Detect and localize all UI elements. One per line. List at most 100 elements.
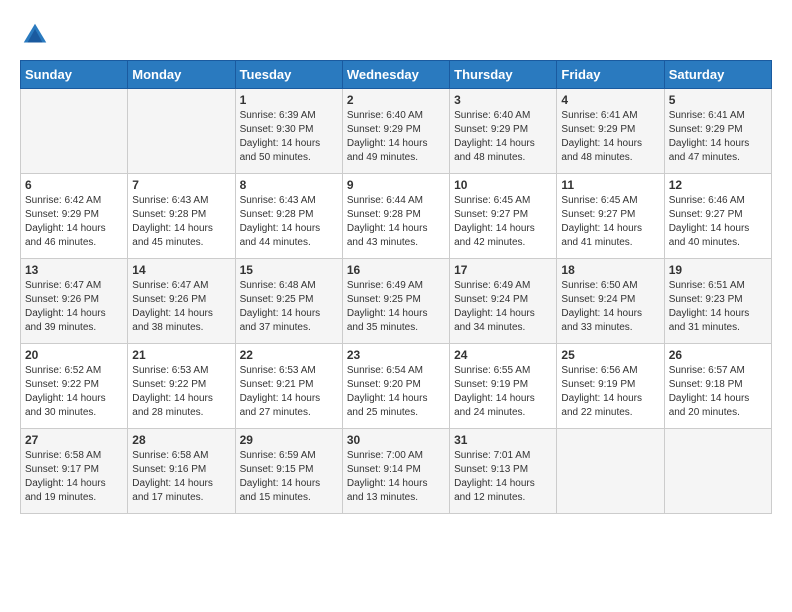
sunrise-text: Sunrise: 6:58 AM [132, 450, 208, 461]
calendar-cell: 13 Sunrise: 6:47 AM Sunset: 9:26 PM Dayl… [21, 259, 128, 344]
daylight-text: Daylight: 14 hours and 45 minutes. [132, 223, 213, 248]
calendar-cell: 10 Sunrise: 6:45 AM Sunset: 9:27 PM Dayl… [450, 174, 557, 259]
sunset-text: Sunset: 9:26 PM [25, 294, 99, 305]
daylight-text: Daylight: 14 hours and 42 minutes. [454, 223, 535, 248]
day-info: Sunrise: 6:49 AM Sunset: 9:25 PM Dayligh… [347, 279, 445, 335]
sunset-text: Sunset: 9:21 PM [240, 379, 314, 390]
day-info: Sunrise: 6:53 AM Sunset: 9:21 PM Dayligh… [240, 364, 338, 420]
day-number: 10 [454, 178, 552, 192]
sunrise-text: Sunrise: 7:01 AM [454, 450, 530, 461]
day-number: 15 [240, 263, 338, 277]
daylight-text: Daylight: 14 hours and 41 minutes. [561, 223, 642, 248]
sunrise-text: Sunrise: 6:41 AM [561, 110, 637, 121]
weekday-header: Thursday [450, 61, 557, 89]
daylight-text: Daylight: 14 hours and 22 minutes. [561, 393, 642, 418]
calendar-week-row: 27 Sunrise: 6:58 AM Sunset: 9:17 PM Dayl… [21, 429, 772, 514]
calendar-header-row: SundayMondayTuesdayWednesdayThursdayFrid… [21, 61, 772, 89]
day-info: Sunrise: 7:01 AM Sunset: 9:13 PM Dayligh… [454, 449, 552, 505]
day-number: 1 [240, 93, 338, 107]
day-number: 5 [669, 93, 767, 107]
day-number: 23 [347, 348, 445, 362]
daylight-text: Daylight: 14 hours and 13 minutes. [347, 478, 428, 503]
sunset-text: Sunset: 9:13 PM [454, 464, 528, 475]
day-info: Sunrise: 6:40 AM Sunset: 9:29 PM Dayligh… [347, 109, 445, 165]
sunset-text: Sunset: 9:25 PM [240, 294, 314, 305]
sunset-text: Sunset: 9:22 PM [25, 379, 99, 390]
day-number: 16 [347, 263, 445, 277]
calendar-cell: 18 Sunrise: 6:50 AM Sunset: 9:24 PM Dayl… [557, 259, 664, 344]
day-info: Sunrise: 6:41 AM Sunset: 9:29 PM Dayligh… [561, 109, 659, 165]
sunset-text: Sunset: 9:25 PM [347, 294, 421, 305]
daylight-text: Daylight: 14 hours and 48 minutes. [454, 138, 535, 163]
day-number: 6 [25, 178, 123, 192]
sunrise-text: Sunrise: 6:43 AM [240, 195, 316, 206]
calendar-cell: 21 Sunrise: 6:53 AM Sunset: 9:22 PM Dayl… [128, 344, 235, 429]
calendar-cell [21, 89, 128, 174]
calendar-cell: 17 Sunrise: 6:49 AM Sunset: 9:24 PM Dayl… [450, 259, 557, 344]
sunset-text: Sunset: 9:29 PM [25, 209, 99, 220]
day-number: 28 [132, 433, 230, 447]
day-info: Sunrise: 6:51 AM Sunset: 9:23 PM Dayligh… [669, 279, 767, 335]
day-number: 8 [240, 178, 338, 192]
daylight-text: Daylight: 14 hours and 48 minutes. [561, 138, 642, 163]
sunset-text: Sunset: 9:19 PM [561, 379, 635, 390]
weekday-header: Saturday [664, 61, 771, 89]
sunset-text: Sunset: 9:18 PM [669, 379, 743, 390]
daylight-text: Daylight: 14 hours and 49 minutes. [347, 138, 428, 163]
sunrise-text: Sunrise: 6:48 AM [240, 280, 316, 291]
sunrise-text: Sunrise: 6:43 AM [132, 195, 208, 206]
daylight-text: Daylight: 14 hours and 19 minutes. [25, 478, 106, 503]
day-number: 31 [454, 433, 552, 447]
calendar-week-row: 1 Sunrise: 6:39 AM Sunset: 9:30 PM Dayli… [21, 89, 772, 174]
calendar-cell: 5 Sunrise: 6:41 AM Sunset: 9:29 PM Dayli… [664, 89, 771, 174]
day-info: Sunrise: 6:56 AM Sunset: 9:19 PM Dayligh… [561, 364, 659, 420]
daylight-text: Daylight: 14 hours and 17 minutes. [132, 478, 213, 503]
sunrise-text: Sunrise: 6:47 AM [132, 280, 208, 291]
sunset-text: Sunset: 9:27 PM [561, 209, 635, 220]
sunrise-text: Sunrise: 6:39 AM [240, 110, 316, 121]
sunrise-text: Sunrise: 6:47 AM [25, 280, 101, 291]
calendar-cell: 29 Sunrise: 6:59 AM Sunset: 9:15 PM Dayl… [235, 429, 342, 514]
sunset-text: Sunset: 9:28 PM [347, 209, 421, 220]
sunrise-text: Sunrise: 6:45 AM [454, 195, 530, 206]
calendar-cell: 20 Sunrise: 6:52 AM Sunset: 9:22 PM Dayl… [21, 344, 128, 429]
sunrise-text: Sunrise: 6:40 AM [454, 110, 530, 121]
calendar-cell: 2 Sunrise: 6:40 AM Sunset: 9:29 PM Dayli… [342, 89, 449, 174]
day-info: Sunrise: 6:54 AM Sunset: 9:20 PM Dayligh… [347, 364, 445, 420]
day-number: 17 [454, 263, 552, 277]
day-info: Sunrise: 6:48 AM Sunset: 9:25 PM Dayligh… [240, 279, 338, 335]
sunrise-text: Sunrise: 6:55 AM [454, 365, 530, 376]
calendar-cell: 31 Sunrise: 7:01 AM Sunset: 9:13 PM Dayl… [450, 429, 557, 514]
calendar-cell: 8 Sunrise: 6:43 AM Sunset: 9:28 PM Dayli… [235, 174, 342, 259]
sunrise-text: Sunrise: 6:42 AM [25, 195, 101, 206]
day-number: 3 [454, 93, 552, 107]
weekday-header: Monday [128, 61, 235, 89]
day-info: Sunrise: 6:45 AM Sunset: 9:27 PM Dayligh… [561, 194, 659, 250]
logo [20, 20, 54, 50]
daylight-text: Daylight: 14 hours and 44 minutes. [240, 223, 321, 248]
day-number: 26 [669, 348, 767, 362]
daylight-text: Daylight: 14 hours and 50 minutes. [240, 138, 321, 163]
calendar-cell: 6 Sunrise: 6:42 AM Sunset: 9:29 PM Dayli… [21, 174, 128, 259]
day-info: Sunrise: 6:47 AM Sunset: 9:26 PM Dayligh… [25, 279, 123, 335]
calendar-cell: 14 Sunrise: 6:47 AM Sunset: 9:26 PM Dayl… [128, 259, 235, 344]
sunset-text: Sunset: 9:23 PM [669, 294, 743, 305]
daylight-text: Daylight: 14 hours and 20 minutes. [669, 393, 750, 418]
sunset-text: Sunset: 9:29 PM [669, 124, 743, 135]
daylight-text: Daylight: 14 hours and 28 minutes. [132, 393, 213, 418]
daylight-text: Daylight: 14 hours and 43 minutes. [347, 223, 428, 248]
day-number: 12 [669, 178, 767, 192]
day-info: Sunrise: 6:45 AM Sunset: 9:27 PM Dayligh… [454, 194, 552, 250]
page-header [20, 20, 772, 50]
calendar-cell: 11 Sunrise: 6:45 AM Sunset: 9:27 PM Dayl… [557, 174, 664, 259]
sunset-text: Sunset: 9:29 PM [347, 124, 421, 135]
sunrise-text: Sunrise: 6:49 AM [347, 280, 423, 291]
calendar-cell: 4 Sunrise: 6:41 AM Sunset: 9:29 PM Dayli… [557, 89, 664, 174]
daylight-text: Daylight: 14 hours and 12 minutes. [454, 478, 535, 503]
daylight-text: Daylight: 14 hours and 25 minutes. [347, 393, 428, 418]
sunrise-text: Sunrise: 6:57 AM [669, 365, 745, 376]
sunrise-text: Sunrise: 6:53 AM [240, 365, 316, 376]
calendar-cell: 3 Sunrise: 6:40 AM Sunset: 9:29 PM Dayli… [450, 89, 557, 174]
day-info: Sunrise: 6:55 AM Sunset: 9:19 PM Dayligh… [454, 364, 552, 420]
day-info: Sunrise: 6:44 AM Sunset: 9:28 PM Dayligh… [347, 194, 445, 250]
